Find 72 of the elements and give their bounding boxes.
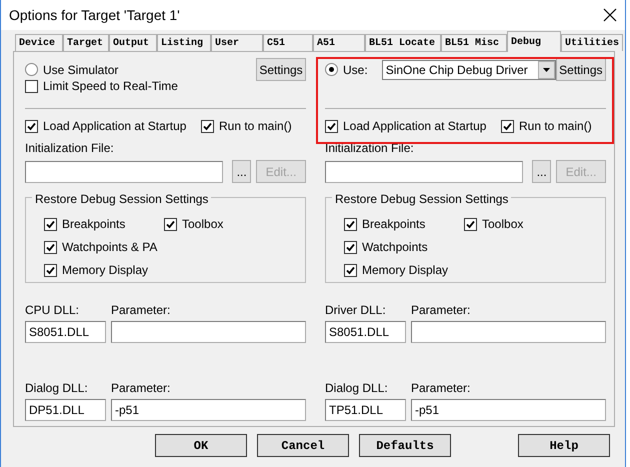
checkbox-label: Memory Display [62, 262, 148, 279]
driver-dropdown[interactable]: SinOne Chip Debug Driver [382, 60, 556, 80]
checkbox[interactable] [501, 120, 514, 132]
checkbox-label: Run to main() [519, 118, 592, 135]
field-label: Driver DLL: [325, 302, 387, 319]
checkbox-label: Memory Display [362, 262, 448, 279]
dialog-button[interactable]: Defaults [359, 434, 451, 457]
dll-field[interactable]: TP51.DLL [325, 399, 406, 421]
tab[interactable]: Utilities [561, 34, 624, 51]
checkbox[interactable] [464, 218, 477, 230]
checkbox[interactable] [164, 218, 177, 230]
tab[interactable]: Device [15, 34, 63, 51]
dll-field[interactable]: S8051.DLL [325, 321, 406, 343]
radio-label: Use Simulator [43, 62, 118, 78]
parameter-field[interactable] [111, 321, 306, 343]
tab[interactable]: User [211, 34, 263, 51]
field-label: Parameter: [411, 302, 470, 319]
tab[interactable]: C51 [263, 34, 313, 51]
parameter-field[interactable]: -p51 [411, 399, 606, 421]
field-label: Dialog DLL: [25, 380, 89, 397]
parameter-field[interactable]: -p51 [111, 399, 306, 421]
tab[interactable]: Listing [157, 34, 211, 51]
window-title: Options for Target 'Target 1' [9, 6, 180, 25]
checkbox[interactable] [44, 218, 57, 230]
field-label: Initialization File: [25, 140, 115, 157]
tab[interactable]: BL51 Locate [365, 34, 441, 51]
checkbox-label: Toolbox [182, 216, 224, 233]
field-label: Parameter: [411, 380, 470, 397]
dialog-button[interactable]: Cancel [257, 434, 349, 457]
checkbox-label: Watchpoints [362, 239, 428, 256]
file-field[interactable] [325, 160, 524, 182]
checkbox[interactable] [201, 120, 214, 132]
checkbox-label: Watchpoints & PA [62, 239, 158, 256]
checkbox[interactable] [325, 120, 338, 132]
dialog-button[interactable]: Help [518, 434, 610, 457]
dll-field[interactable]: DP51.DLL [25, 399, 106, 421]
radio-button[interactable] [325, 63, 338, 76]
checkbox-label: Run to main() [219, 118, 292, 135]
close-icon[interactable] [603, 8, 617, 22]
checkbox[interactable] [44, 240, 57, 254]
settings-button[interactable]: Settings [556, 58, 606, 81]
checkbox[interactable] [25, 80, 38, 92]
field-label: CPU DLL: [25, 302, 80, 319]
tab[interactable]: Output [109, 34, 157, 51]
field-label: Parameter: [111, 302, 170, 319]
checkbox[interactable] [344, 218, 357, 230]
checkbox-label: Toolbox [482, 216, 524, 233]
settings-button[interactable]: Settings [256, 58, 306, 81]
checkbox[interactable] [25, 120, 38, 132]
checkbox[interactable] [44, 264, 57, 276]
checkbox-label: Limit Speed to Real-Time [43, 78, 178, 95]
browse-button[interactable]: ... [532, 160, 552, 183]
checkbox-label: Breakpoints [362, 216, 426, 233]
field-label: Initialization File: [325, 140, 415, 157]
tab[interactable]: BL51 Misc [441, 34, 507, 51]
dialog-button[interactable]: OK [155, 434, 247, 457]
field-label: Dialog DLL: [325, 380, 389, 397]
radio-label: Use: [343, 62, 368, 78]
dll-field[interactable]: S8051.DLL [25, 321, 106, 343]
checkbox-label: Breakpoints [62, 216, 126, 233]
parameter-field[interactable] [411, 321, 606, 343]
radio-button[interactable] [25, 63, 38, 76]
browse-button[interactable]: ... [232, 160, 252, 183]
checkbox[interactable] [344, 240, 357, 254]
field-label: Parameter: [111, 380, 170, 397]
file-field[interactable] [25, 160, 224, 182]
tab[interactable]: Target [63, 34, 109, 51]
checkbox-label: Load Application at Startup [43, 118, 186, 135]
tab[interactable]: Debug [507, 31, 561, 52]
tab[interactable]: A51 [313, 34, 365, 51]
checkbox-label: Load Application at Startup [343, 118, 486, 135]
checkbox[interactable] [344, 264, 357, 276]
